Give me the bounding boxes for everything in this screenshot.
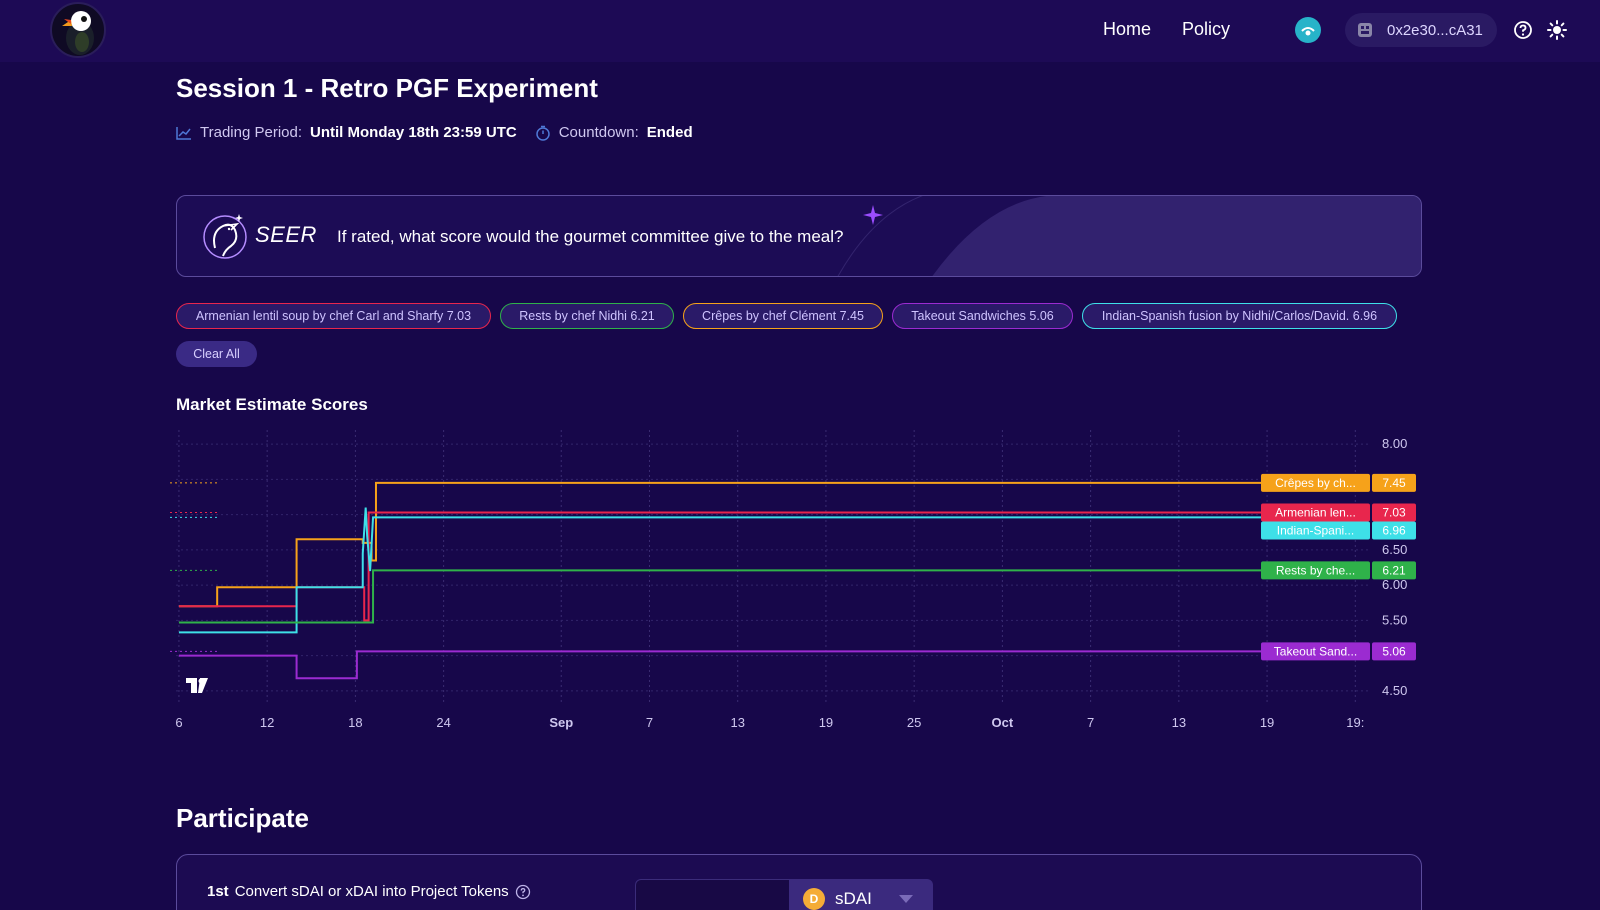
step-label: 1st Convert sDAI or xDAI into Project To… bbox=[207, 883, 531, 900]
sdai-coin-icon: D bbox=[803, 888, 825, 910]
wallet-button[interactable]: 0x2e30...cA31 bbox=[1345, 13, 1497, 47]
session-meta: Trading Period: Until Monday 18th 23:59 … bbox=[176, 124, 693, 141]
outcome-chip-takeout[interactable]: Takeout Sandwiches 5.06 bbox=[892, 303, 1073, 329]
outcome-chip-crepes[interactable]: Crêpes by chef Clément 7.45 bbox=[683, 303, 883, 329]
x-tick-label: 19 bbox=[819, 715, 833, 730]
clear-all-button[interactable]: Clear All bbox=[176, 341, 257, 367]
outcome-chip-indian-spanish[interactable]: Indian-Spanish fusion by Nidhi/Carlos/Da… bbox=[1082, 303, 1397, 329]
series-value-label: 7.45 bbox=[1382, 476, 1406, 490]
x-tick-label: 25 bbox=[907, 715, 921, 730]
timer-icon bbox=[535, 125, 550, 141]
series-value-label: 5.06 bbox=[1382, 644, 1406, 658]
x-tick-label: 24 bbox=[436, 715, 450, 730]
chart-trend-icon bbox=[176, 126, 191, 140]
toucan-icon bbox=[62, 11, 94, 55]
nav-home-link[interactable]: Home bbox=[1103, 19, 1151, 40]
series-value-label: 6.96 bbox=[1382, 524, 1406, 538]
y-tick-label: 6.50 bbox=[1382, 542, 1407, 557]
x-tick-label: 13 bbox=[730, 715, 744, 730]
x-tick-label: 19: bbox=[1346, 715, 1364, 730]
chevron-down-icon bbox=[898, 895, 913, 903]
y-tick-label: 8.00 bbox=[1382, 436, 1407, 451]
participate-title: Participate bbox=[176, 803, 309, 833]
series-value-label: 7.03 bbox=[1382, 506, 1406, 520]
series-name-label: Armenian len... bbox=[1275, 506, 1356, 520]
y-tick-label: 5.50 bbox=[1382, 612, 1407, 627]
network-icon[interactable] bbox=[1295, 17, 1321, 43]
question-card: SEER If rated, what score would the gour… bbox=[176, 195, 1422, 277]
series-value-label: 6.21 bbox=[1382, 563, 1406, 577]
x-tick-label: 12 bbox=[260, 715, 274, 730]
question-text: If rated, what score would the gourmet c… bbox=[337, 227, 844, 246]
seer-logo-icon bbox=[203, 214, 247, 259]
x-tick-label: 19 bbox=[1260, 715, 1274, 730]
top-nav: Home Policy 0x2e30...cA31 bbox=[0, 0, 1600, 62]
seer-brand: SEER bbox=[255, 222, 317, 247]
series-name-label: Crêpes by ch... bbox=[1275, 476, 1356, 490]
chart-section-title: Market Estimate Scores bbox=[176, 395, 368, 414]
x-tick-label: Sep bbox=[549, 715, 573, 730]
wallet-address: 0x2e30...cA31 bbox=[1387, 21, 1483, 39]
wallet-avatar-icon bbox=[1358, 23, 1372, 37]
series-name-label: Indian-Spani... bbox=[1277, 524, 1354, 538]
sparkle-icon bbox=[863, 205, 883, 225]
amount-input[interactable] bbox=[635, 879, 791, 910]
outcome-chip-armenian[interactable]: Armenian lentil soup by chef Carl and Sh… bbox=[176, 303, 491, 329]
trading-period-label: Trading Period: bbox=[200, 124, 302, 141]
countdown-label: Countdown: bbox=[558, 124, 639, 141]
outcome-chip-rests[interactable]: Rests by chef Nidhi 6.21 bbox=[500, 303, 674, 329]
x-tick-label: 13 bbox=[1172, 715, 1186, 730]
y-tick-label: 4.50 bbox=[1382, 683, 1407, 698]
series-name-label: Takeout Sand... bbox=[1274, 644, 1357, 658]
x-tick-label: 18 bbox=[348, 715, 362, 730]
page-title: Session 1 - Retro PGF Experiment bbox=[176, 73, 598, 103]
x-tick-label: 7 bbox=[1087, 715, 1094, 730]
x-tick-label: Oct bbox=[992, 715, 1014, 730]
step-number: 1st bbox=[207, 883, 229, 900]
help-icon[interactable] bbox=[1512, 19, 1534, 41]
token-select[interactable]: D sDAI bbox=[789, 879, 933, 910]
gnosis-chain-icon bbox=[1301, 27, 1315, 36]
x-tick-label: 6 bbox=[175, 715, 182, 730]
series-name-label: Rests by che... bbox=[1276, 563, 1355, 577]
token-label: sDAI bbox=[835, 889, 872, 908]
logo[interactable] bbox=[50, 2, 106, 58]
trading-period-value: Until Monday 18th 23:59 UTC bbox=[310, 124, 517, 141]
info-icon[interactable] bbox=[515, 884, 531, 900]
nav-policy-link[interactable]: Policy bbox=[1182, 19, 1230, 40]
countdown-value: Ended bbox=[646, 124, 693, 141]
step-text: Convert sDAI or xDAI into Project Tokens bbox=[234, 883, 509, 900]
x-tick-label: 7 bbox=[646, 715, 653, 730]
y-tick-label: 6.00 bbox=[1382, 577, 1407, 592]
tradingview-logo-icon bbox=[186, 678, 208, 693]
theme-toggle-icon[interactable] bbox=[1546, 19, 1568, 41]
participate-card: 1st Convert sDAI or xDAI into Project To… bbox=[176, 854, 1422, 910]
market-estimate-chart[interactable]: 6 12 18 24 Sep 7 13 19 25 Oct 7 13 19 19: 8.00 6.50 6.00… bbox=[170, 430, 1430, 755]
